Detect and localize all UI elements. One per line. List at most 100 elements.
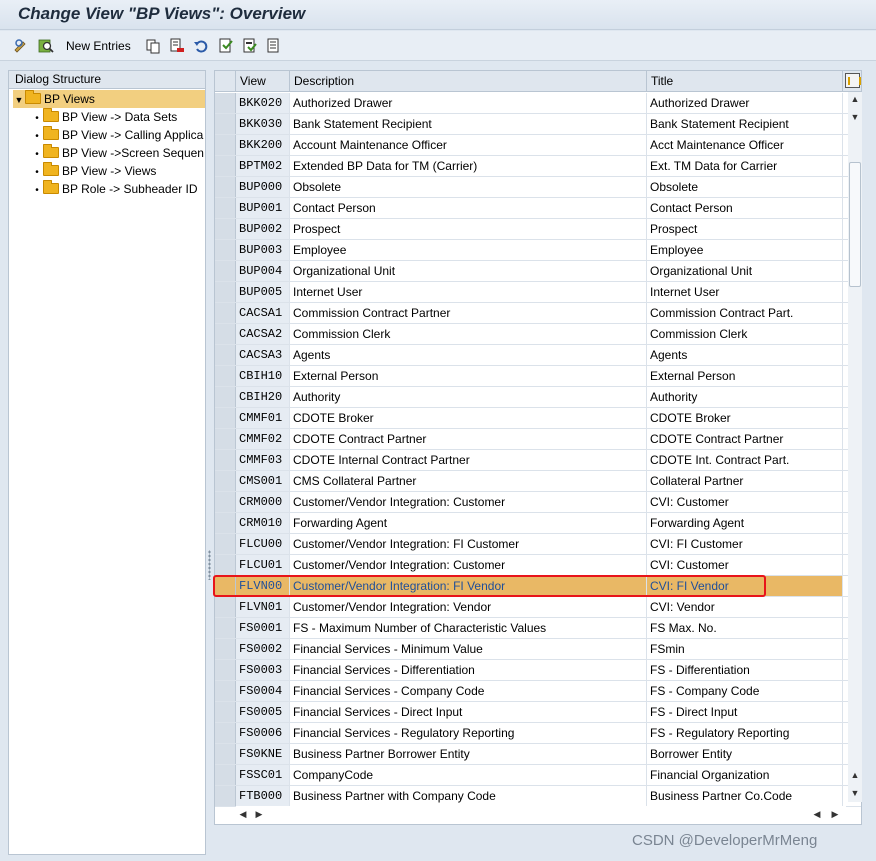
cell-description[interactable]: Extended BP Data for TM (Carrier) <box>290 156 647 176</box>
cell-description[interactable]: Customer/Vendor Integration: FI Vendor <box>290 576 647 596</box>
row-selector[interactable] <box>215 240 236 260</box>
cell-view[interactable]: FLCU00 <box>236 534 290 554</box>
cell-view[interactable]: FS0002 <box>236 639 290 659</box>
tree-item-bp-views[interactable]: ▼ BP Views <box>13 90 205 108</box>
cell-view[interactable]: FS0005 <box>236 702 290 722</box>
cell-description[interactable]: Financial Services - Differentiation <box>290 660 647 680</box>
cell-description[interactable]: Customer/Vendor Integration: FI Customer <box>290 534 647 554</box>
cell-view[interactable]: CMS001 <box>236 471 290 491</box>
cell-view[interactable]: FS0001 <box>236 618 290 638</box>
cell-view[interactable]: CRM000 <box>236 492 290 512</box>
cell-title[interactable]: Prospect <box>647 219 843 239</box>
cell-title[interactable]: CDOTE Int. Contract Part. <box>647 450 843 470</box>
cell-title[interactable]: Business Partner Co.Code <box>647 786 843 806</box>
cell-description[interactable]: Agents <box>290 345 647 365</box>
cell-description[interactable]: Financial Services - Direct Input <box>290 702 647 722</box>
cell-view[interactable]: CMMF01 <box>236 408 290 428</box>
cell-view[interactable]: BUP000 <box>236 177 290 197</box>
table-row[interactable]: CMS001 CMS Collateral Partner Collateral P… <box>215 471 861 492</box>
vertical-scrollbar[interactable]: ▲ ▼ ▲ ▼ <box>848 92 862 802</box>
cell-view[interactable]: CMMF02 <box>236 429 290 449</box>
cell-view[interactable]: BUP004 <box>236 261 290 281</box>
cell-title[interactable]: Authority <box>647 387 843 407</box>
table-row[interactable]: FLCU01 Customer/Vendor Integration: Custo… <box>215 555 861 576</box>
cell-view[interactable]: BUP003 <box>236 240 290 260</box>
horizontal-scrollbar[interactable]: ◀ ▶ ◀ ▶ <box>236 806 846 822</box>
row-selector[interactable] <box>215 219 236 239</box>
cell-view[interactable]: CACSA3 <box>236 345 290 365</box>
cell-description[interactable]: Business Partner Borrower Entity <box>290 744 647 764</box>
row-selector[interactable] <box>215 744 236 764</box>
row-selector[interactable] <box>215 639 236 659</box>
tree-item-calling-applications[interactable]: • BP View -> Calling Applica <box>31 126 205 144</box>
copy-icon[interactable] <box>144 36 162 56</box>
cell-description[interactable]: Organizational Unit <box>290 261 647 281</box>
table-row[interactable]: FSSC01 CompanyCode Financial Organization <box>215 765 861 786</box>
table-row[interactable]: FS0003 Financial Services - Differentiati… <box>215 660 861 681</box>
select-block-icon[interactable] <box>241 36 259 56</box>
cell-description[interactable]: Commission Contract Partner <box>290 303 647 323</box>
cell-title[interactable]: Commission Clerk <box>647 324 843 344</box>
cell-title[interactable]: Internet User <box>647 282 843 302</box>
row-selector[interactable] <box>215 681 236 701</box>
row-selector[interactable] <box>215 261 236 281</box>
table-row[interactable]: FS0KNE Business Partner Borrower Entity Bo… <box>215 744 861 765</box>
row-selector[interactable] <box>215 177 236 197</box>
row-selector[interactable] <box>215 303 236 323</box>
cell-title[interactable]: FS Max. No. <box>647 618 843 638</box>
row-selector[interactable] <box>215 366 236 386</box>
row-selector[interactable] <box>215 723 236 743</box>
row-selector[interactable] <box>215 135 236 155</box>
cell-description[interactable]: Customer/Vendor Integration: Vendor <box>290 597 647 617</box>
scroll-down-small-icon[interactable]: ▼ <box>848 110 862 124</box>
table-row[interactable]: FS0005 Financial Services - Direct Input F… <box>215 702 861 723</box>
cell-description[interactable]: Business Partner with Company Code <box>290 786 647 806</box>
cell-title[interactable]: Collateral Partner <box>647 471 843 491</box>
cell-view[interactable]: BKK030 <box>236 114 290 134</box>
table-settings-icon[interactable] <box>845 73 861 88</box>
cell-description[interactable]: Customer/Vendor Integration: Customer <box>290 555 647 575</box>
table-row[interactable]: BUP002 Prospect Prospect <box>215 219 861 240</box>
row-selector[interactable] <box>215 114 236 134</box>
row-selector[interactable] <box>215 660 236 680</box>
table-row[interactable]: BUP001 Contact Person Contact Person <box>215 198 861 219</box>
cell-description[interactable]: Account Maintenance Officer <box>290 135 647 155</box>
cell-description[interactable]: FS - Maximum Number of Characteristic Va… <box>290 618 647 638</box>
scroll-left-icon[interactable]: ◀ <box>236 807 250 821</box>
select-all-icon[interactable] <box>217 36 235 56</box>
table-row[interactable]: CMMF02 CDOTE Contract Partner CDOTE Contra… <box>215 429 861 450</box>
cell-title[interactable]: FS - Company Code <box>647 681 843 701</box>
row-selector[interactable] <box>215 156 236 176</box>
panel-splitter[interactable] <box>206 70 213 855</box>
table-row[interactable]: FS0001 FS - Maximum Number of Characteris… <box>215 618 861 639</box>
table-row[interactable]: FS0002 Financial Services - Minimum Value… <box>215 639 861 660</box>
cell-view[interactable]: FTB000 <box>236 786 290 806</box>
cell-description[interactable]: CompanyCode <box>290 765 647 785</box>
scroll-up-small-icon[interactable]: ▲ <box>848 768 862 782</box>
table-row[interactable]: BUP004 Organizational Unit Organizational … <box>215 261 861 282</box>
cell-view[interactable]: FS0KNE <box>236 744 290 764</box>
table-row[interactable]: FLVN00 Customer/Vendor Integration: FI Ve… <box>215 576 861 597</box>
row-selector[interactable] <box>215 345 236 365</box>
cell-description[interactable]: Authority <box>290 387 647 407</box>
cell-description[interactable]: Contact Person <box>290 198 647 218</box>
table-row[interactable]: CACSA1 Commission Contract Partner Commiss… <box>215 303 861 324</box>
cell-view[interactable]: BKK200 <box>236 135 290 155</box>
table-row[interactable]: CRM010 Forwarding Agent Forwarding Agent <box>215 513 861 534</box>
scroll-right-icon[interactable]: ▶ <box>252 807 266 821</box>
table-row[interactable]: CBIH10 External Person External Person <box>215 366 861 387</box>
select-all-column[interactable] <box>215 71 236 92</box>
table-row[interactable]: BPTM02 Extended BP Data for TM (Carrier) E… <box>215 156 861 177</box>
cell-view[interactable]: BKK020 <box>236 93 290 113</box>
cell-description[interactable]: Authorized Drawer <box>290 93 647 113</box>
table-row[interactable]: CACSA2 Commission Clerk Commission Clerk <box>215 324 861 345</box>
row-selector[interactable] <box>215 597 236 617</box>
new-entries-button[interactable]: New Entries <box>62 36 135 56</box>
cell-title[interactable]: Contact Person <box>647 198 843 218</box>
deselect-all-icon[interactable] <box>265 36 283 56</box>
cell-title[interactable]: Borrower Entity <box>647 744 843 764</box>
scroll-up-icon[interactable]: ▲ <box>848 92 862 106</box>
cell-description[interactable]: Customer/Vendor Integration: Customer <box>290 492 647 512</box>
cell-description[interactable]: CMS Collateral Partner <box>290 471 647 491</box>
delete-icon[interactable] <box>168 36 186 56</box>
